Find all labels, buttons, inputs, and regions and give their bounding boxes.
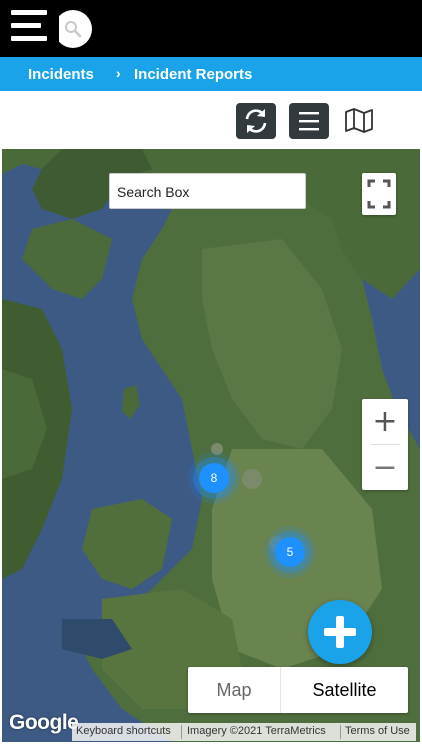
- refresh-button[interactable]: [236, 103, 276, 139]
- keyboard-shortcuts-link[interactable]: Keyboard shortcuts: [76, 725, 171, 737]
- imagery-credit: Imagery ©2021 TerraMetrics: [187, 725, 326, 737]
- fullscreen-icon: [367, 179, 391, 209]
- refresh-icon: [245, 109, 267, 133]
- marker-cluster[interactable]: 8: [199, 463, 229, 493]
- map-type-satellite-button[interactable]: Satellite: [280, 667, 408, 713]
- map-icon[interactable]: [344, 107, 374, 133]
- map-type-control: Map Satellite: [188, 667, 408, 713]
- fullscreen-button[interactable]: [362, 173, 396, 215]
- chevron-right-icon: ›: [116, 65, 121, 81]
- view-toolbar: [0, 91, 422, 149]
- app-header: [0, 0, 422, 57]
- marker-cluster[interactable]: 5: [275, 537, 305, 567]
- satellite-map[interactable]: Search Box + − 8 5 Map Satellite Google …: [2, 149, 420, 742]
- breadcrumb: Incidents › Incident Reports: [0, 57, 422, 91]
- search-input[interactable]: Search Box: [109, 173, 306, 209]
- zoom-controls: + −: [362, 399, 408, 490]
- zoom-out-button[interactable]: −: [362, 445, 408, 490]
- map-type-map-button[interactable]: Map: [188, 667, 280, 713]
- plus-icon: [324, 616, 356, 648]
- breadcrumb-incident-reports[interactable]: Incident Reports: [134, 66, 252, 83]
- breadcrumb-incidents[interactable]: Incidents: [28, 66, 94, 83]
- zoom-in-button[interactable]: +: [362, 399, 408, 444]
- google-logo: Google: [9, 711, 79, 734]
- terms-of-use-link[interactable]: Terms of Use: [345, 725, 410, 737]
- list-icon: [299, 112, 319, 131]
- hamburger-menu-icon[interactable]: [11, 10, 47, 42]
- list-view-button[interactable]: [289, 103, 329, 139]
- add-incident-button[interactable]: [308, 600, 372, 664]
- map-attribution: Keyboard shortcuts Imagery ©2021 TerraMe…: [72, 723, 416, 741]
- search-logo-icon: [65, 21, 82, 38]
